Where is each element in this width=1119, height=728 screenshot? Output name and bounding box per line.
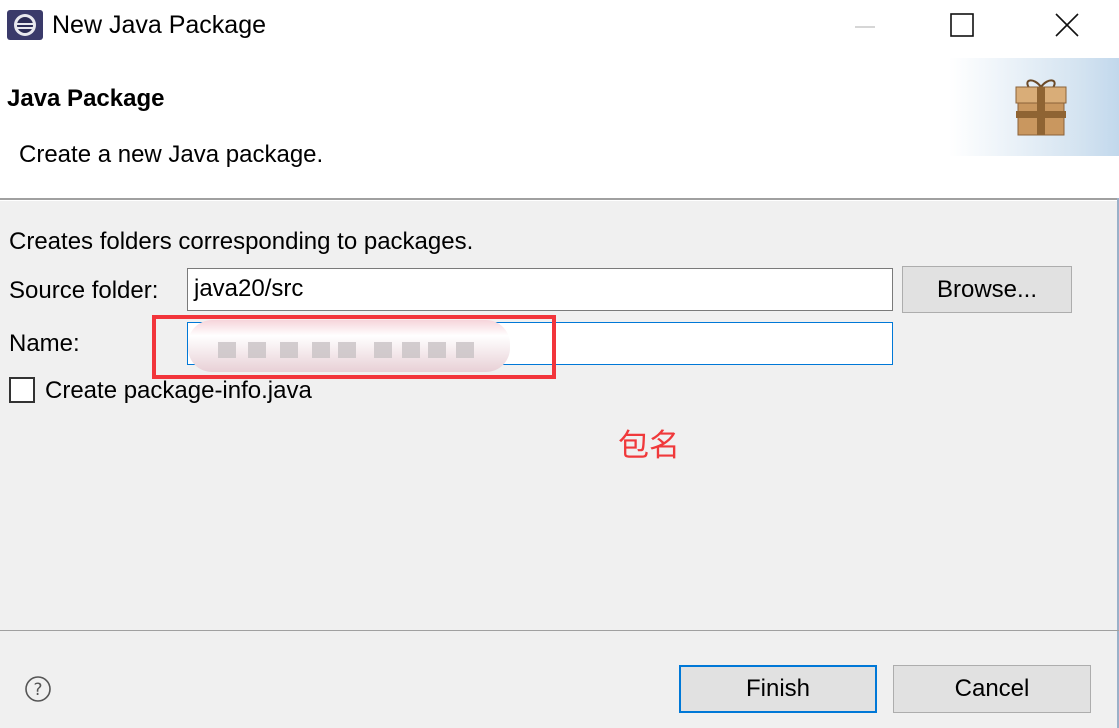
svg-text:?: ?: [33, 680, 42, 700]
source-folder-label: Source folder:: [9, 277, 159, 304]
minimize-button[interactable]: [835, 0, 895, 50]
title-bar: New Java Package: [0, 0, 1119, 50]
close-button[interactable]: [1037, 0, 1097, 50]
highlight-rectangle: [152, 315, 556, 379]
window-title: New Java Package: [52, 11, 267, 39]
header-separator-highlight: [0, 200, 1119, 201]
name-label: Name:: [9, 330, 80, 357]
wizard-description: Create a new Java package.: [19, 141, 324, 168]
help-icon[interactable]: ?: [24, 675, 52, 703]
close-icon: [1055, 13, 1079, 37]
cancel-button[interactable]: Cancel: [893, 665, 1091, 713]
source-folder-input[interactable]: java20/src: [187, 268, 893, 311]
package-icon: [1015, 79, 1067, 136]
annotation-label: 包名: [618, 428, 680, 464]
wizard-title: Java Package: [7, 85, 165, 112]
package-info-checkbox[interactable]: [9, 377, 35, 403]
minimize-icon: [855, 26, 875, 28]
maximize-button[interactable]: [932, 0, 992, 50]
info-message: Creates folders corresponding to package…: [9, 228, 474, 255]
footer-separator: [0, 630, 1119, 631]
package-info-checkbox-label[interactable]: Create package-info.java: [45, 376, 312, 406]
maximize-icon: [950, 13, 974, 37]
eclipse-icon: [7, 10, 43, 40]
browse-button[interactable]: Browse...: [902, 266, 1072, 313]
finish-button[interactable]: Finish: [679, 665, 877, 713]
